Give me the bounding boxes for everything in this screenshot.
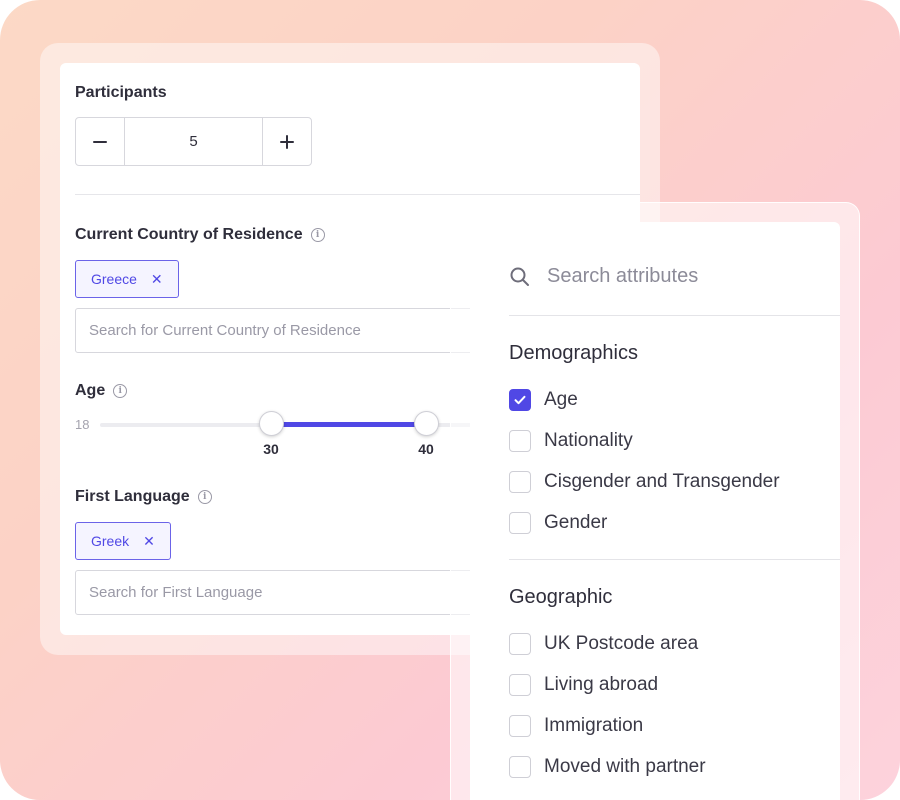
participants-label: Participants [75,84,167,101]
remove-chip-icon[interactable]: ✕ [151,271,163,288]
age-slider-range [271,422,426,427]
decrement-button[interactable] [76,118,124,165]
country-label: Current Country of Residence i [75,226,325,244]
participants-stepper: 5 [75,117,312,166]
attributes-search [509,265,807,288]
info-icon[interactable]: i [310,228,325,242]
section-title-demographics: Demographics [509,342,638,364]
option-immigration[interactable]: Immigration [509,715,643,737]
age-low-value: 30 [263,441,279,457]
section-divider [509,559,840,560]
info-icon[interactable]: i [197,490,212,504]
option-nationality[interactable]: Nationality [509,430,633,452]
checkbox[interactable] [509,430,531,452]
checkbox[interactable] [509,674,531,696]
option-cisgender-transgender[interactable]: Cisgender and Transgender [509,471,780,493]
checkbox[interactable] [509,633,531,655]
option-uk-postcode-area[interactable]: UK Postcode area [509,633,698,655]
participants-value[interactable]: 5 [124,118,263,165]
checkbox[interactable] [509,471,531,493]
checkbox[interactable] [509,715,531,737]
option-living-abroad[interactable]: Living abroad [509,674,658,696]
country-chip: Greece ✕ [75,260,179,298]
option-moved-with-partner[interactable]: Moved with partner [509,756,706,778]
increment-button[interactable] [263,118,311,165]
age-high-handle[interactable] [414,411,439,436]
checkbox[interactable] [509,389,531,411]
option-gender[interactable]: Gender [509,512,607,534]
search-divider [509,315,840,316]
section-divider [75,194,640,195]
age-label: Age i [75,382,128,400]
age-low-handle[interactable] [259,411,284,436]
minus-icon [93,140,107,143]
attributes-search-input[interactable] [547,265,807,288]
checkbox[interactable] [509,512,531,534]
language-label: First Language i [75,488,212,506]
remove-chip-icon[interactable]: ✕ [143,533,155,550]
plus-icon [280,134,294,149]
language-chip: Greek ✕ [75,522,171,560]
checkbox[interactable] [509,756,531,778]
search-icon [510,267,529,286]
section-title-geographic: Geographic [509,586,613,608]
age-high-value: 40 [418,441,434,457]
info-icon[interactable]: i [113,384,128,398]
option-age[interactable]: Age [509,389,578,411]
check-icon [514,395,526,405]
attributes-panel: Demographics Age Nationality Cisgender a… [470,222,840,800]
age-min-label: 18 [75,417,90,432]
